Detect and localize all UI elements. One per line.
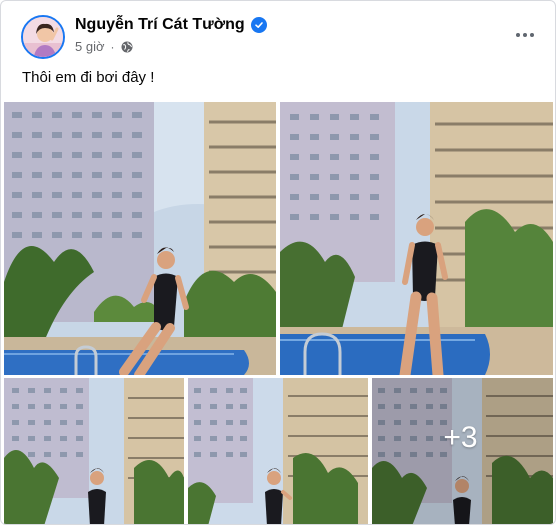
post-timestamp[interactable]: 5 giờ <box>75 39 105 54</box>
verified-badge-icon <box>250 17 267 33</box>
ellipsis-dot <box>530 33 534 37</box>
pool-photo-image <box>4 102 276 375</box>
meta-separator: · <box>110 39 115 54</box>
author-name-row: Nguyễn Trí Cát Tường <box>75 16 267 34</box>
gallery-photo-2[interactable] <box>280 102 553 375</box>
photo-gallery: +3 <box>1 101 555 524</box>
author-avatar[interactable] <box>21 15 65 59</box>
ellipsis-dot <box>523 33 527 37</box>
pool-photo-image <box>280 102 553 375</box>
globe-icon[interactable] <box>121 41 133 53</box>
facebook-post: Nguyễn Trí Cát Tường 5 giờ · Thôi em đi … <box>0 0 556 525</box>
more-photos-overlay[interactable]: +3 <box>372 378 553 524</box>
more-options-button[interactable] <box>513 23 537 47</box>
gallery-photo-4[interactable] <box>188 378 368 524</box>
post-meta: 5 giờ · <box>75 39 133 54</box>
pool-photo-image <box>4 378 184 524</box>
pool-photo-image <box>188 378 368 524</box>
avatar-image <box>23 17 63 57</box>
more-photos-count: +3 <box>443 421 478 454</box>
author-name[interactable]: Nguyễn Trí Cát Tường <box>75 16 245 34</box>
gallery-photo-5-more[interactable]: +3 <box>372 378 553 524</box>
gallery-photo-1[interactable] <box>4 102 276 375</box>
post-header: Nguyễn Trí Cát Tường 5 giờ · <box>1 1 555 65</box>
post-caption: Thôi em đi bơi đây ! <box>22 69 155 86</box>
ellipsis-icon <box>516 33 520 37</box>
gallery-photo-3[interactable] <box>4 378 184 524</box>
